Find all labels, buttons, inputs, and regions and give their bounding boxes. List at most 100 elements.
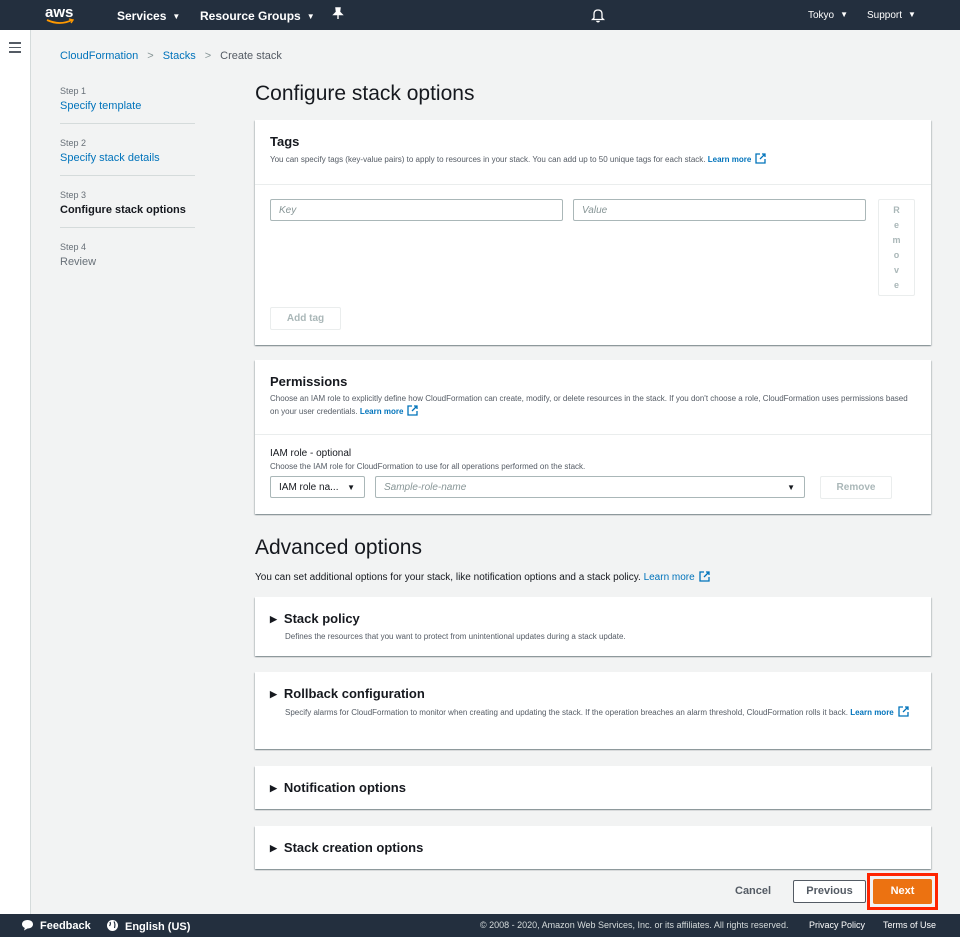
wizard-steps: Step 1 Specify template Step 2 Specify s… bbox=[60, 84, 195, 291]
chevron-down-icon: ▼ bbox=[840, 10, 849, 19]
external-link-icon bbox=[898, 706, 909, 717]
bell-icon[interactable] bbox=[590, 7, 606, 26]
resource-groups-menu[interactable]: Resource Groups ▼ bbox=[200, 9, 315, 23]
top-navigation-bar: aws Services ▼ Resource Groups ▼ Tokyo ▼ Su… bbox=[0, 0, 960, 30]
remove-letter: e bbox=[893, 280, 899, 290]
breadcrumb-stacks[interactable]: Stacks bbox=[163, 50, 196, 62]
language-selector[interactable]: English (US) bbox=[106, 919, 190, 933]
tags-panel: Tags You can specify tags (key-value pai… bbox=[255, 120, 931, 345]
divider bbox=[255, 434, 931, 435]
step-current-configure-stack-options: Configure stack options bbox=[60, 204, 186, 216]
permissions-title: Permissions bbox=[270, 374, 348, 389]
step-link-specify-stack-details[interactable]: Specify stack details bbox=[60, 152, 195, 164]
speech-bubble-icon bbox=[22, 920, 33, 931]
stack-policy-description: Defines the resources that you want to p… bbox=[285, 632, 626, 641]
tags-learn-more-link[interactable]: Learn more bbox=[707, 153, 767, 164]
stack-policy-section[interactable]: ▶ Stack policy Defines the resources that… bbox=[255, 597, 931, 656]
iam-role-label: IAM role - optional bbox=[270, 448, 352, 459]
tags-description: You can specify tags (key-value pairs) t… bbox=[270, 153, 916, 166]
iam-role-type-select[interactable]: IAM role na... ▼ bbox=[270, 476, 365, 498]
learn-more-label: Learn more bbox=[707, 155, 752, 164]
privacy-policy-link[interactable]: Privacy Policy bbox=[809, 920, 865, 930]
chevron-down-icon: ▼ bbox=[172, 12, 181, 21]
caret-down-icon: ▼ bbox=[347, 483, 355, 492]
iam-role-type-value: IAM role na... bbox=[279, 482, 339, 493]
step-number: Step 4 bbox=[60, 242, 87, 252]
creation-title: Stack creation options bbox=[283, 840, 424, 855]
expand-triangle-icon: ▶ bbox=[270, 689, 277, 699]
next-button[interactable]: Next bbox=[873, 879, 932, 904]
terms-of-use-link[interactable]: Terms of Use bbox=[883, 920, 936, 930]
rollback-configuration-section[interactable]: ▶ Rollback configuration Specify alarms f… bbox=[255, 672, 931, 749]
tag-value-input[interactable]: Value bbox=[573, 199, 866, 221]
permissions-description: Choose an IAM role to explicitly define … bbox=[270, 393, 916, 418]
caret-down-icon: ▼ bbox=[787, 483, 795, 492]
support-menu[interactable]: Support ▼ bbox=[867, 10, 916, 21]
pin-icon[interactable] bbox=[332, 7, 344, 23]
iam-role-description: Choose the IAM role for CloudFormation t… bbox=[270, 462, 586, 471]
copyright-text: © 2008 - 2020, Amazon Web Services, Inc.… bbox=[480, 920, 789, 930]
step-number: Step 2 bbox=[60, 138, 87, 148]
remove-letter: e bbox=[893, 220, 899, 230]
feedback-link[interactable]: Feedback bbox=[21, 919, 91, 932]
remove-letter: o bbox=[893, 250, 900, 260]
stack-policy-title: Stack policy bbox=[283, 611, 360, 626]
chevron-right-icon: > bbox=[147, 50, 154, 62]
stack-creation-options-section[interactable]: ▶ Stack creation options bbox=[255, 826, 931, 869]
tag-key-input[interactable]: Key bbox=[270, 199, 563, 221]
step-number: Step 3 bbox=[60, 190, 87, 200]
notification-options-section[interactable]: ▶ Notification options bbox=[255, 766, 931, 809]
iam-role-name-placeholder: Sample-role-name bbox=[384, 482, 467, 493]
permissions-learn-more-link[interactable]: Learn more bbox=[359, 405, 419, 416]
services-menu[interactable]: Services ▼ bbox=[117, 9, 180, 23]
globe-icon bbox=[107, 920, 118, 931]
remove-tag-button[interactable]: R e m o v e bbox=[878, 199, 915, 296]
footer-bar: Feedback English (US) © 2008 - 2020, Ama… bbox=[0, 914, 960, 937]
rollback-description: Specify alarms for CloudFormation to mon… bbox=[285, 706, 916, 719]
breadcrumb-cloudformation[interactable]: CloudFormation bbox=[60, 50, 138, 62]
add-tag-button[interactable]: Add tag bbox=[270, 307, 341, 330]
step-review: Review bbox=[60, 256, 97, 268]
breadcrumb-create-stack: Create stack bbox=[220, 50, 282, 62]
hamburger-menu-icon[interactable] bbox=[9, 42, 21, 53]
remove-letter: R bbox=[893, 205, 900, 215]
iam-role-name-select[interactable]: Sample-role-name ▼ bbox=[375, 476, 805, 498]
advanced-options-title: Advanced options bbox=[255, 536, 422, 559]
wizard-step-4: Step 4 Review bbox=[60, 240, 195, 279]
support-label: Support bbox=[867, 10, 903, 21]
resource-groups-label: Resource Groups bbox=[200, 9, 301, 23]
cancel-button[interactable]: Cancel bbox=[735, 885, 771, 897]
external-link-icon bbox=[755, 153, 766, 164]
region-label: Tokyo bbox=[808, 10, 835, 21]
language-label: English (US) bbox=[125, 921, 191, 933]
region-menu[interactable]: Tokyo ▼ bbox=[808, 10, 848, 21]
wizard-step-3: Step 3 Configure stack options bbox=[60, 188, 195, 228]
remove-letter: v bbox=[893, 265, 899, 275]
learn-more-label: Learn more bbox=[359, 407, 404, 416]
step-number: Step 1 bbox=[60, 86, 87, 96]
advanced-learn-more-link[interactable]: Learn more bbox=[643, 571, 710, 583]
remove-letter: m bbox=[892, 235, 901, 245]
wizard-step-2: Step 2 Specify stack details bbox=[60, 136, 195, 176]
rollback-learn-more-link[interactable]: Learn more bbox=[850, 706, 909, 717]
advanced-options-description: You can set additional options for your … bbox=[255, 571, 710, 583]
permissions-panel: Permissions Choose an IAM role to explic… bbox=[255, 360, 931, 514]
aws-logo[interactable]: aws bbox=[44, 3, 76, 27]
chevron-right-icon: > bbox=[204, 50, 212, 62]
learn-more-label: Learn more bbox=[850, 708, 894, 717]
rollback-desc-text: Specify alarms for CloudFormation to mon… bbox=[285, 708, 848, 717]
wizard-step-1: Step 1 Specify template bbox=[60, 84, 195, 124]
advanced-desc-text: You can set additional options for your … bbox=[255, 572, 641, 583]
expand-triangle-icon: ▶ bbox=[270, 843, 277, 853]
previous-button[interactable]: Previous bbox=[793, 880, 866, 903]
remove-role-button[interactable]: Remove bbox=[820, 476, 892, 499]
feedback-label: Feedback bbox=[40, 920, 91, 932]
page-title: Configure stack options bbox=[255, 82, 475, 105]
external-link-icon bbox=[407, 405, 419, 416]
services-label: Services bbox=[117, 9, 167, 23]
rollback-title: Rollback configuration bbox=[283, 686, 425, 701]
learn-more-label: Learn more bbox=[643, 572, 695, 583]
divider bbox=[255, 184, 931, 185]
step-link-specify-template[interactable]: Specify template bbox=[60, 100, 195, 112]
notification-title: Notification options bbox=[283, 780, 406, 795]
